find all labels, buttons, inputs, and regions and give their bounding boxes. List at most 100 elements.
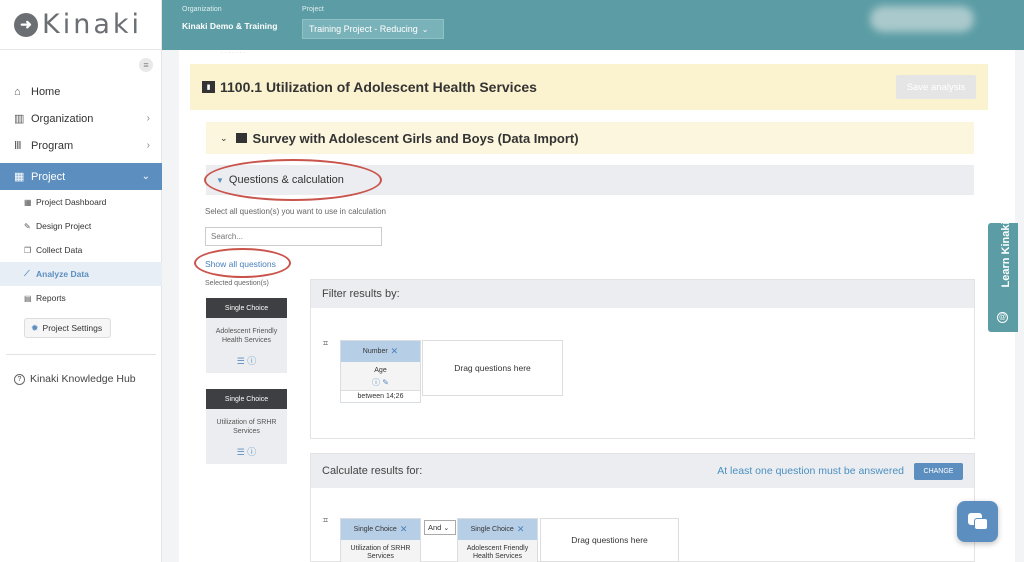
chip-header: Single Choice ✕ [458,519,537,540]
question-type: Single Choice [206,298,287,318]
question-type: Single Choice [206,389,287,409]
operator-select[interactable]: And ⌄ [424,520,456,535]
chip-range: between 14;26 [341,390,420,403]
sidebar-nav: ⌂ Home ▥ Organization › Ⅲ Program › ▦ Pr… [0,78,162,310]
chart-icon: ⟋ [24,269,30,278]
change-button[interactable]: CHANGE [914,462,963,480]
chevron-right-icon: › [146,113,150,124]
sidebar-item-reports[interactable]: ▤ Reports [0,286,162,310]
list-icon[interactable]: ☰ [237,447,245,457]
grid-icon: ▦ [14,171,25,183]
sidebar-divider [6,354,156,355]
calculate-title: Calculate results for: [322,465,423,477]
bar-chart-icon: ▮ [202,81,215,93]
chip-icons: ⓘ ✎ [341,377,420,391]
sidebar-item-label: Organization [31,112,94,125]
chip-type: Single Choice [353,526,397,533]
survey-title: Survey with Adolescent Girls and Boys (D… [252,130,579,146]
logo-text: Kinaki [42,9,143,40]
menu-toggle-icon[interactable]: ≡ [139,58,153,72]
sidebar-item-project[interactable]: ▦ Project ⌄ [0,163,162,190]
filter-title: Filter results by: [311,280,974,308]
survey-header[interactable]: ⌄ Survey with Adolescent Girls and Boys … [206,122,974,154]
sidebar-item-organization[interactable]: ▥ Organization › [0,105,162,132]
sidebar-item-analyze-data[interactable]: ⟋ Analyze Data [0,262,162,286]
filter-chip[interactable]: Number ✕ Age ⓘ ✎ between 14;26 [340,340,421,404]
arrow-right-icon: ➜ [14,12,38,37]
learn-kinaki-label: Learn Kinaki [1000,221,1012,288]
resize-icon[interactable]: ⌗ [323,515,328,526]
chevron-down-icon: ⌄ [443,524,450,532]
selected-questions-label: Selected question(s) [205,280,269,287]
question-search-input[interactable] [205,227,382,246]
at-icon: @ [997,312,1008,323]
chevron-right-icon: › [146,140,150,151]
file-icon: ▤ [24,293,32,303]
filter-drop-zone[interactable]: Drag questions here [422,340,563,396]
help-icon[interactable]: ⓘ [247,356,256,366]
user-menu[interactable] [870,6,974,32]
pencil-icon: ✎ [24,221,31,231]
highlight-annotation [194,248,291,278]
project-select[interactable]: Training Project - Reducing ⌄ [302,19,444,39]
sidebar-item-label: Program [31,139,74,152]
analysis-header: ▮ 1100.1 Utilization of Adolescent Healt… [190,64,988,110]
project-select-value: Training Project - Reducing [309,24,418,34]
sidebar-sub-label: Collect Data [36,245,83,255]
org-label: Organization [182,6,222,13]
sidebar-sub-label: Project Dashboard [36,197,107,207]
calc-chip[interactable]: Single Choice ✕ Utilization of SRHR Serv… [340,518,421,562]
close-icon[interactable]: ✕ [517,524,525,535]
chip-name: Utilization of SRHR Services [341,540,420,562]
chevron-down-icon: ⌄ [421,24,429,34]
chip-type: Single Choice [470,526,514,533]
help-icon[interactable]: ⓘ [372,378,380,387]
learn-kinaki-tab[interactable]: Learn Kinaki @ [988,221,1018,332]
chevron-down-icon: ⌄ [141,171,150,182]
chip-name: Age [341,362,420,378]
org-value[interactable]: Kinaki Demo & Training [182,21,277,31]
help-icon[interactable]: ⓘ [247,447,256,457]
sidebar-item-home[interactable]: ⌂ Home [0,78,162,105]
chip-name: Adolescent Friendly Health Services [458,540,537,562]
logo[interactable]: ➜ Kinaki [0,0,161,50]
chip-type: Number [362,348,388,355]
project-settings-button[interactable]: ✹ Project Settings [24,318,111,338]
question-name: Utilization of SRHR Services [216,419,277,435]
chevron-down-icon: ⌄ [220,132,228,143]
project-label: Project [302,6,324,13]
knowledge-hub-label: Kinaki Knowledge Hub [30,373,136,385]
help-icon: ? [14,373,25,385]
sidebar-sub-label: Design Project [36,221,92,231]
list-icon[interactable]: ☰ [237,356,245,366]
sidebar-item-design-project[interactable]: ✎ Design Project [0,214,162,238]
question-card[interactable]: Single Choice Utilization of SRHR Servic… [206,389,287,464]
sidebar-sub-label: Analyze Data [36,269,89,279]
chat-icon [974,518,988,530]
sidebar: ➜ Kinaki ≡ ⌂ Home ▥ Organization › Ⅲ Pro… [0,0,162,562]
scroll-hint: · · · · · · · [221,50,245,56]
pencil-icon[interactable]: ✎ [382,378,389,387]
chip-header: Number ✕ [341,341,420,362]
calc-chip[interactable]: Single Choice ✕ Adolescent Friendly Heal… [457,518,538,562]
resize-icon[interactable]: ⌗ [323,338,328,349]
project-settings-label: Project Settings [42,323,103,333]
calculate-header: Calculate results for: At least one ques… [311,454,974,488]
chip-header: Single Choice ✕ [341,519,420,540]
close-icon[interactable]: ✕ [400,524,408,535]
close-icon[interactable]: ✕ [391,346,399,357]
filter-box: Filter results by: ⌗ Number ✕ Age ⓘ ✎ be… [310,279,975,439]
main-panel: · · · · · · · ▮ 1100.1 Utilization of Ad… [179,50,1015,562]
question-icons: ☰ ⓘ [206,441,287,464]
calc-drop-zone[interactable]: Drag questions here [540,518,679,562]
knowledge-hub-link[interactable]: ? Kinaki Knowledge Hub [14,373,136,385]
copy-icon: ❐ [24,245,32,255]
save-analysis-button[interactable]: Save analysis [896,75,976,99]
sidebar-item-program[interactable]: Ⅲ Program › [0,132,162,159]
sidebar-item-project-dashboard[interactable]: ▦ Project Dashboard [0,190,162,214]
top-bar: Organization Kinaki Demo & Training Proj… [162,0,1024,50]
chat-button[interactable] [957,501,998,542]
question-card[interactable]: Single Choice Adolescent Friendly Health… [206,298,287,373]
highlight-annotation [204,159,382,201]
sidebar-item-collect-data[interactable]: ❐ Collect Data [0,238,162,262]
